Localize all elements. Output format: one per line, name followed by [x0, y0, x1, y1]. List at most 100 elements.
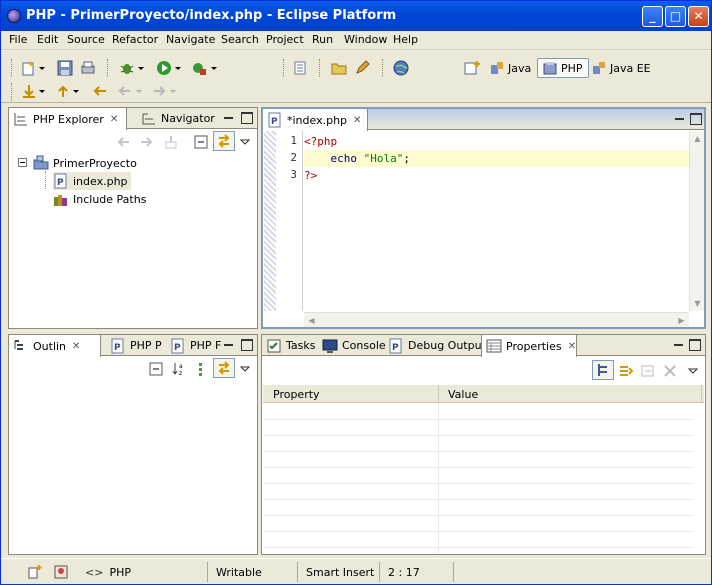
save-icon[interactable] — [57, 60, 73, 76]
tab-console[interactable]: Console — [318, 335, 386, 356]
menu-project[interactable]: Project — [266, 33, 304, 46]
dropdown-icon[interactable] — [210, 60, 218, 76]
minimize-button[interactable]: _ — [642, 6, 663, 27]
table-row — [263, 532, 694, 548]
tab-outline[interactable]: Outlin ✕ — [9, 335, 101, 357]
maximize-view-icon[interactable] — [241, 339, 253, 351]
perspective-javaee[interactable]: Java EE — [587, 58, 651, 78]
tree-node-index-php[interactable]: P index.php — [53, 172, 131, 190]
svg-text:z: z — [179, 370, 182, 377]
perspective-java[interactable]: Java — [485, 58, 531, 78]
dropdown-icon[interactable] — [174, 60, 182, 76]
maximize-button[interactable]: □ — [665, 6, 686, 27]
link-editor-toggle[interactable] — [213, 358, 235, 378]
menu-search[interactable]: Search — [221, 33, 259, 46]
external-tools-icon[interactable] — [191, 60, 207, 76]
fast-view-icon[interactable] — [27, 564, 43, 580]
last-edit-location-icon[interactable] — [92, 83, 108, 99]
up-icon[interactable] — [163, 134, 179, 150]
code-area[interactable]: <?php echo "Hola"; ?> — [304, 131, 689, 311]
close-button[interactable]: ✕ — [688, 6, 709, 27]
view-menu-icon[interactable] — [688, 363, 698, 379]
tab-php-project-outline[interactable]: P PHP P — [106, 335, 164, 356]
editor-horizontal-scrollbar[interactable]: ◀ ▶ — [304, 312, 689, 327]
tree-node-project[interactable]: PrimerProyecto — [33, 154, 137, 172]
close-tab-icon[interactable]: ✕ — [72, 341, 80, 352]
print-icon[interactable] — [80, 60, 96, 76]
run-icon[interactable] — [156, 60, 172, 76]
minimize-view-icon[interactable] — [223, 339, 235, 351]
scroll-left-icon[interactable]: ◀ — [304, 313, 319, 328]
tab-php-functions[interactable]: P PHP F — [166, 335, 222, 356]
column-value[interactable]: Value — [448, 388, 478, 401]
collapse-all-icon[interactable] — [193, 134, 209, 150]
dropdown-icon[interactable] — [38, 60, 46, 76]
sort-icon[interactable]: az — [171, 361, 187, 377]
scroll-down-icon[interactable]: ▼ — [690, 296, 705, 311]
perspective-php[interactable]: PHP — [537, 58, 589, 78]
new-icon[interactable] — [21, 60, 37, 76]
menu-edit[interactable]: Edit — [37, 33, 58, 46]
editor-vertical-scrollbar[interactable]: ▲ ▼ — [689, 131, 704, 311]
menu-source[interactable]: Source — [67, 33, 105, 46]
minimize-view-icon[interactable] — [673, 339, 685, 351]
back-icon[interactable] — [116, 134, 132, 150]
advanced-properties-icon[interactable] — [618, 363, 634, 379]
filter-icon[interactable] — [193, 361, 209, 377]
maximize-view-icon[interactable] — [689, 339, 701, 351]
tab-php-explorer[interactable]: PHP Explorer ✕ — [9, 108, 127, 130]
menu-refactor[interactable]: Refactor — [112, 33, 158, 46]
forward-icon[interactable] — [151, 83, 167, 99]
menu-run[interactable]: Run — [312, 33, 333, 46]
menu-help[interactable]: Help — [393, 33, 418, 46]
open-folder-icon[interactable] — [331, 60, 347, 76]
previous-annotation-icon[interactable] — [55, 83, 71, 99]
close-tab-icon[interactable]: ✕ — [568, 341, 576, 352]
menu-navigate[interactable]: Navigate — [166, 33, 215, 46]
menu-window[interactable]: Window — [344, 33, 387, 46]
delete-icon[interactable] — [662, 363, 678, 379]
close-tab-icon[interactable]: ✕ — [353, 115, 361, 126]
forward-icon[interactable] — [138, 134, 154, 150]
view-menu-icon[interactable] — [240, 361, 250, 377]
debug-icon[interactable] — [119, 60, 135, 76]
project-label: PrimerProyecto — [53, 156, 137, 170]
scroll-right-icon[interactable]: ▶ — [674, 313, 689, 328]
show-workspace-icon[interactable] — [53, 564, 69, 580]
pencil-icon[interactable] — [354, 60, 370, 76]
tab-tasks[interactable]: Tasks — [262, 335, 317, 356]
open-perspective-icon[interactable] — [464, 60, 480, 76]
menu-file[interactable]: File — [9, 33, 27, 46]
dropdown-icon[interactable] — [135, 83, 143, 99]
status-bar: <> PHP Writable Smart Insert 2 : 17 — [1, 558, 711, 584]
collapse-all-icon[interactable] — [148, 361, 164, 377]
minimize-editor-icon[interactable] — [674, 113, 686, 125]
dropdown-icon[interactable] — [137, 60, 145, 76]
link-editor-toggle[interactable] — [213, 131, 235, 151]
maximize-editor-icon[interactable] — [690, 113, 702, 125]
title-bar[interactable]: PHP - PrimerProyecto/index.php - Eclipse… — [1, 1, 711, 31]
tab-index-php[interactable]: P *index.php ✕ — [263, 109, 368, 131]
column-property[interactable]: Property — [273, 388, 320, 401]
dropdown-icon[interactable] — [169, 83, 177, 99]
open-type-icon[interactable] — [292, 60, 308, 76]
tab-console-label: Console — [342, 339, 386, 352]
dropdown-icon[interactable] — [72, 83, 80, 99]
close-tab-icon[interactable]: ✕ — [110, 114, 118, 125]
back-icon[interactable] — [117, 83, 133, 99]
restore-default-icon[interactable] — [640, 363, 656, 379]
collapse-project-icon[interactable] — [18, 158, 27, 167]
scroll-up-icon[interactable]: ▲ — [690, 131, 705, 146]
show-categories-toggle[interactable] — [592, 360, 614, 380]
tab-debug-output[interactable]: P Debug Output — [384, 335, 486, 356]
globe-icon[interactable] — [393, 60, 409, 76]
view-menu-icon[interactable] — [240, 134, 250, 150]
next-annotation-icon[interactable] — [21, 83, 37, 99]
tree-node-include-paths[interactable]: Include Paths — [53, 190, 146, 208]
tab-properties[interactable]: Properties ✕ — [481, 335, 577, 357]
minimize-view-icon[interactable] — [223, 112, 235, 124]
explorer-tab-bar: PHP Explorer ✕ Navigator — [9, 108, 257, 130]
tab-navigator[interactable]: Navigator — [137, 108, 229, 129]
maximize-view-icon[interactable] — [241, 112, 253, 124]
dropdown-icon[interactable] — [38, 83, 46, 99]
